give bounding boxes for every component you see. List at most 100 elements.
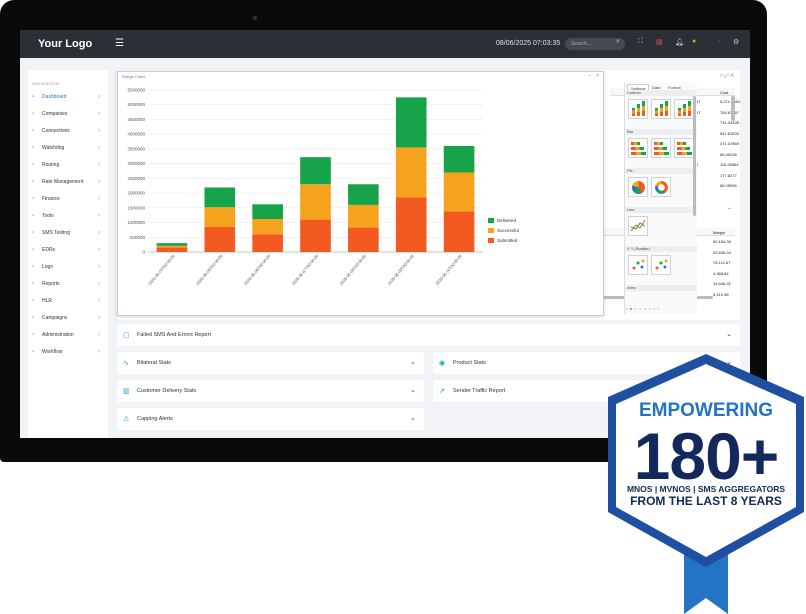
table-cell: 471.07869 [720,141,739,146]
close-icon[interactable]: × [596,73,599,79]
sidebar-item-workflow[interactable]: ▫ Workflow › [28,344,108,361]
bar-submitted[interactable] [443,211,475,252]
bar-submitted[interactable] [395,197,427,252]
bar-delivered[interactable] [156,243,188,246]
accordion-failed-sms[interactable]: ▢ Failed SMS And Errors Report ⌄ [117,324,740,346]
sidebar-item-tools[interactable]: ▫ Tools › [28,208,108,225]
bar-successful[interactable] [300,184,331,220]
chart-type-thumbnail[interactable] [651,138,671,158]
sidebar-item-label: Companies [42,111,68,117]
bar-successful[interactable] [156,245,188,248]
chevron-down-icon[interactable]: ⌄ [410,414,416,422]
chevron-down-icon[interactable]: ⌄ [726,330,732,338]
table-cell: 78,112.67 [713,260,731,265]
bar-successful[interactable] [443,172,475,212]
sidebar-item-dashboard[interactable]: ▫ Dashboard › [28,89,108,106]
x-tick-label: 2025-06-07T00:00:00 [291,253,320,286]
flag-icon[interactable]: ▤ [656,38,663,46]
bar-delivered[interactable] [443,145,475,173]
legend-label[interactable]: Submitted [497,238,517,243]
bar-delivered[interactable] [348,184,379,205]
chart-type-thumbnail[interactable] [651,99,671,119]
logo[interactable]: Your Logo [38,38,92,50]
bell-icon[interactable]: 🔔︎ [675,38,684,46]
sidebar-item-logs[interactable]: ▫ Logs › [28,259,108,276]
sidebar-item-sms-testing[interactable]: ▫ SMS Testing › [28,225,108,242]
bar-delivered[interactable] [300,157,331,185]
bar-submitted[interactable] [204,226,236,252]
sidebar-item-companies[interactable]: ▫ Companies › [28,106,108,123]
chevron-right-icon: › [98,281,100,287]
chart-type-thumbnail[interactable] [628,138,648,158]
y-tick-label: 4500000 [127,117,145,122]
bar-delivered[interactable] [395,97,427,148]
chart-type-thumbnail[interactable] [674,99,694,119]
badge-number: 180+ [633,419,780,493]
bar-submitted[interactable] [252,234,283,252]
panel-controls-icon[interactable]: □ ⤢ ✕ [720,73,734,79]
sidebar-item-finance[interactable]: ▫ Finance › [28,191,108,208]
sidebar-item-label: Campaigns [42,315,68,321]
bar-successful[interactable] [348,204,379,228]
bar-submitted[interactable] [300,219,331,252]
minimize-icon[interactable]: – [588,73,591,79]
search-icon[interactable]: ⌕ [616,38,620,46]
sidebar-item-administration[interactable]: ▫ Administration › [28,327,108,344]
sidebar-item-campaigns[interactable]: ▫ Campaigns › [28,310,108,327]
x-tick-label: 2025-06-06T00:00:00 [243,253,272,286]
legend-label[interactable]: Delivered [497,218,516,223]
sidebar-item-watchdog[interactable]: ▫ Watchdog › [28,140,108,157]
scrollbar[interactable] [731,96,735,121]
sidebar-item-routing[interactable]: ▫ Routing › [28,157,108,174]
table-header[interactable]: Cost [720,90,728,95]
chart-window[interactable]: Range Chart – × 0 500000 1000000 1500000 200… [117,71,697,316]
chevron-right-icon: › [98,196,100,202]
accordion-customer[interactable]: ▥ Customer Delivery Stats ⌄ [117,380,424,402]
avatar[interactable]: ● [692,38,696,45]
accordion-bilateral[interactable]: ∿ Bilateral Stats ⌄ [117,352,424,374]
bar-delivered[interactable] [204,187,236,208]
bar-submitted[interactable] [156,247,188,252]
connections-icon: ▫ [32,128,35,134]
admin-icon: ▫ [32,332,35,338]
reports-icon: ▫ [32,281,35,287]
sidebar-item-hlr[interactable]: ▫ HLR › [28,293,108,310]
chevron-down-icon[interactable]: ⌄ [410,386,416,394]
accordion-capping[interactable]: ⚠ Capping Alerts ⌄ [117,408,424,430]
gear-icon[interactable]: ⚙ [733,38,739,46]
sidebar-item-reports[interactable]: ▫ Reports › [28,276,108,293]
fullscreen-icon[interactable]: ⛶ [638,38,643,46]
bar-delivered[interactable] [252,204,283,220]
chevron-right-icon: › [98,315,100,321]
accordion-label: Capping Alerts [137,416,173,422]
chart-type-thumbnail[interactable] [628,255,648,275]
chevron-up-icon[interactable]: ⌃ [727,207,732,214]
settings-scrollbar[interactable] [693,96,696,216]
y-tick-label: 5000000 [127,102,145,107]
bar-successful[interactable] [395,147,427,198]
chart-type-thumbnail[interactable] [651,255,671,275]
bar-successful[interactable] [252,219,283,235]
chart-type-thumbnail[interactable] [651,177,671,197]
y-tick-label: 3500000 [127,146,145,151]
bar-successful[interactable] [204,207,236,227]
table-header[interactable]: Margin [713,230,725,235]
chart-type-thumbnail[interactable] [628,177,648,197]
chart-type-section: X Y (Scatter) [625,246,697,252]
table-cell: 784.63467 [720,109,739,115]
chart-type-thumbnail[interactable] [628,216,648,236]
pager[interactable]: ‹ ● ○ ○ ○ ○ ○ › [625,306,697,314]
chevron-down-icon[interactable]: ⌄ [410,358,416,366]
bar-submitted[interactable] [348,227,379,252]
menu-icon[interactable]: ☰ [115,38,124,49]
sidebar-item-connections[interactable]: ▫ Connections › [28,123,108,140]
sidebar-item-edrs[interactable]: ▫ EDRs › [28,242,108,259]
chevron-right-icon: › [98,230,100,236]
chevron-down-icon[interactable]: · [718,38,720,45]
sidebar-item-rate-management[interactable]: ▫ Rate Management › [28,174,108,191]
legend-label[interactable]: Successful [497,228,519,233]
chart-type-thumbnail[interactable] [628,99,648,119]
table-cell: 66.40036 [720,151,737,157]
chart-type-thumbnail[interactable] [674,138,694,158]
accordion-label: Sender Traffic Report [453,388,506,394]
